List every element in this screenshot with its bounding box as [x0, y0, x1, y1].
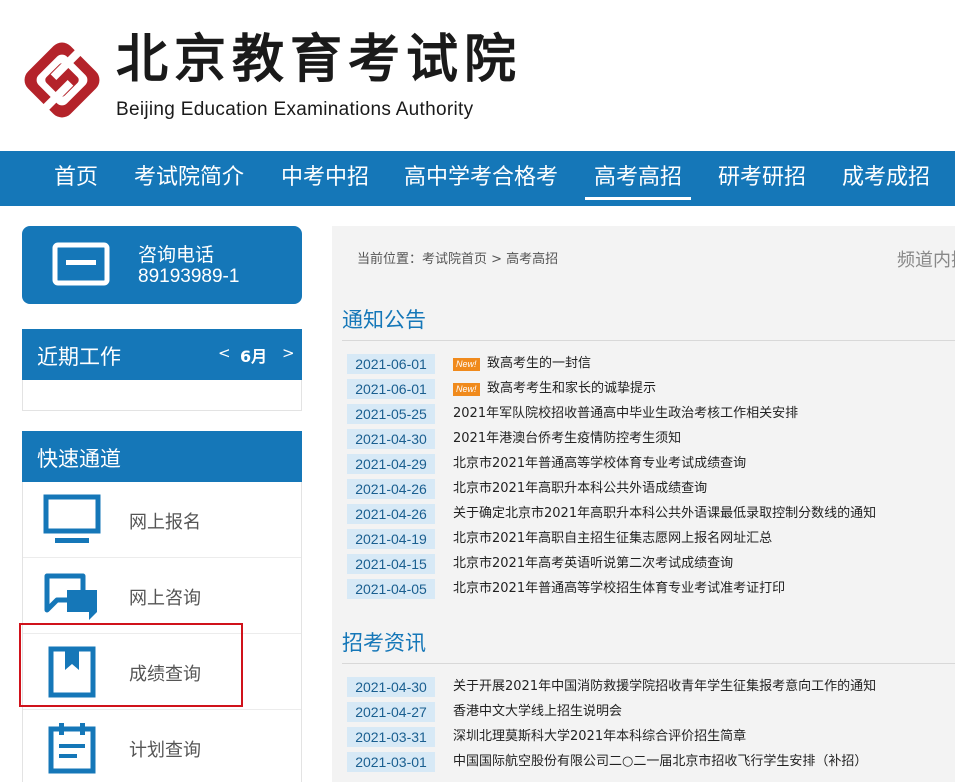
news-row[interactable]: 2021-03-31 深圳北理莫斯科大学2021年本科综合评价招生简章	[347, 726, 955, 748]
news-title-link[interactable]: 北京市2021年普通高等学校招生体育专业考试准考证打印	[453, 579, 785, 599]
news-date: 2021-04-05	[347, 579, 435, 599]
news-date: 2021-03-01	[347, 752, 435, 772]
recent-work-title: 近期工作	[37, 345, 121, 369]
notices-divider	[342, 340, 955, 341]
quick-item-plan-query[interactable]: 计划查询	[23, 710, 301, 782]
admissions-section-title[interactable]: 招考资讯	[342, 627, 426, 657]
news-date: 2021-04-26	[347, 479, 435, 499]
news-row[interactable]: 2021-06-01 New! 致高考考生和家长的诚挚提示	[347, 378, 955, 400]
quick-item-label: 网上咨询	[129, 588, 201, 609]
bookmark-book-icon	[48, 646, 96, 698]
news-title-link[interactable]: 北京市2021年普通高等学校体育专业考试成绩查询	[453, 454, 746, 474]
news-title-link[interactable]: 中国国际航空股份有限公司二○二一届北京市招收飞行学生安排（补招）	[453, 752, 867, 772]
news-row[interactable]: 2021-04-30 关于开展2021年中国消防救援学院招收青年学生征集报考意向工…	[347, 676, 955, 698]
quick-item-label: 网上报名	[129, 512, 201, 533]
quick-item-online-registration[interactable]: 网上报名	[23, 482, 301, 558]
site-header: 北京教育考试院 Beijing Education Examinations A…	[0, 0, 955, 151]
news-date: 2021-06-01	[347, 354, 435, 374]
news-title-link[interactable]: 关于确定北京市2021年高职升本科公共外语课最低录取控制分数线的通知	[453, 504, 876, 524]
news-title-link[interactable]: 香港中文大学线上招生说明会	[453, 702, 622, 722]
nav-item-about[interactable]: 考试院简介	[134, 151, 244, 206]
news-title-link[interactable]: 2021年港澳台侨考生疫情防控考生须知	[453, 429, 681, 449]
news-date: 2021-04-19	[347, 529, 435, 549]
new-badge: New!	[453, 383, 480, 396]
breadcrumb: 当前位置：考试院首页 > 高考高招	[357, 252, 559, 267]
month-label: 6月	[240, 347, 268, 366]
site-logo-english: Beijing Education Examinations Authority	[116, 99, 474, 120]
monitor-icon	[43, 494, 101, 543]
news-row[interactable]: 2021-06-01 New! 致高考生的一封信	[347, 353, 955, 375]
news-date: 2021-03-31	[347, 727, 435, 747]
news-row[interactable]: 2021-04-27 香港中文大学线上招生说明会	[347, 701, 955, 723]
news-title-link[interactable]: 北京市2021年高考英语听说第二次考试成绩查询	[453, 554, 733, 574]
phone-number: 89193989-1	[138, 266, 240, 287]
news-row[interactable]: 2021-04-05 北京市2021年普通高等学校招生体育专业考试准考证打印	[347, 578, 955, 600]
nav-item-gaokao[interactable]: 高考高招	[584, 151, 692, 206]
month-next-button[interactable]: >	[282, 344, 295, 362]
quick-item-label: 计划查询	[129, 740, 201, 761]
recent-work-body	[22, 380, 302, 411]
notices-section-title[interactable]: 通知公告	[342, 304, 426, 334]
month-prev-button[interactable]: <	[218, 344, 231, 362]
news-row[interactable]: 2021-04-30 2021年港澳台侨考生疫情防控考生须知	[347, 428, 955, 450]
quick-item-score-query[interactable]: 成绩查询	[23, 634, 301, 710]
phone-label: 咨询电话	[138, 244, 215, 266]
news-row[interactable]: 2021-03-01 中国国际航空股份有限公司二○二一届北京市招收飞行学生安排（补…	[347, 751, 955, 773]
news-date: 2021-04-27	[347, 702, 435, 722]
admissions-divider	[342, 663, 955, 664]
news-row[interactable]: 2021-04-26 关于确定北京市2021年高职升本科公共外语课最低录取控制分数…	[347, 503, 955, 525]
news-row[interactable]: 2021-04-19 北京市2021年高职自主招生征集志愿网上报名网址汇总	[347, 528, 955, 550]
clipboard-icon	[48, 723, 96, 774]
news-row[interactable]: 2021-04-26 北京市2021年高职升本科公共外语成绩查询	[347, 478, 955, 500]
news-title-link[interactable]: 致高考考生和家长的诚挚提示	[487, 379, 656, 399]
logo-mark-icon[interactable]	[20, 38, 104, 122]
news-title-link[interactable]: 北京市2021年高职升本科公共外语成绩查询	[453, 479, 707, 499]
new-badge: New!	[453, 358, 480, 371]
nav-item-chengkao[interactable]: 成考成招	[842, 151, 930, 206]
news-title-link[interactable]: 关于开展2021年中国消防救援学院招收青年学生征集报考意向工作的通知	[453, 677, 876, 697]
news-title-link[interactable]: 致高考生的一封信	[487, 354, 591, 374]
news-date: 2021-04-26	[347, 504, 435, 524]
news-date: 2021-04-30	[347, 429, 435, 449]
news-row[interactable]: 2021-04-29 北京市2021年普通高等学校体育专业考试成绩查询	[347, 453, 955, 475]
recent-work-header: 近期工作 < 6月 >	[22, 329, 302, 380]
nav-item-xuekao[interactable]: 高中学考合格考	[404, 151, 558, 206]
channel-search-label[interactable]: 频道内搜索	[897, 246, 955, 272]
news-date: 2021-06-01	[347, 379, 435, 399]
news-date: 2021-05-25	[347, 404, 435, 424]
news-date: 2021-04-29	[347, 454, 435, 474]
quick-channel-header: 快速通道	[22, 431, 302, 482]
nav-item-home[interactable]: 首页	[54, 151, 98, 206]
news-date: 2021-04-30	[347, 677, 435, 697]
chat-bubbles-icon	[44, 573, 97, 620]
news-date: 2021-04-15	[347, 554, 435, 574]
phone-card-icon	[52, 242, 110, 286]
consult-phone-box: 咨询电话 89193989-1	[22, 226, 302, 304]
news-row[interactable]: 2021-05-25 2021年军队院校招收普通高中毕业生政治考核工作相关安排	[347, 403, 955, 425]
site-logo-chinese[interactable]: 北京教育考试院	[116, 28, 522, 92]
nav-item-zhongkao[interactable]: 中考中招	[281, 151, 369, 206]
quick-item-label: 成绩查询	[129, 664, 201, 685]
news-title-link[interactable]: 2021年军队院校招收普通高中毕业生政治考核工作相关安排	[453, 404, 798, 424]
main-nav: 首页 考试院简介 中考中招 高中学考合格考 高考高招 研考研招 成考成招	[0, 151, 955, 206]
news-title-link[interactable]: 北京市2021年高职自主招生征集志愿网上报名网址汇总	[453, 529, 772, 549]
news-row[interactable]: 2021-04-15 北京市2021年高考英语听说第二次考试成绩查询	[347, 553, 955, 575]
news-title-link[interactable]: 深圳北理莫斯科大学2021年本科综合评价招生简章	[453, 727, 746, 747]
quick-channel-title: 快速通道	[37, 447, 121, 471]
nav-item-yankao[interactable]: 研考研招	[718, 151, 806, 206]
quick-item-online-consult[interactable]: 网上咨询	[23, 558, 301, 634]
quick-channel-list: 网上报名 网上咨询 成绩查询 计划查询	[22, 482, 302, 782]
